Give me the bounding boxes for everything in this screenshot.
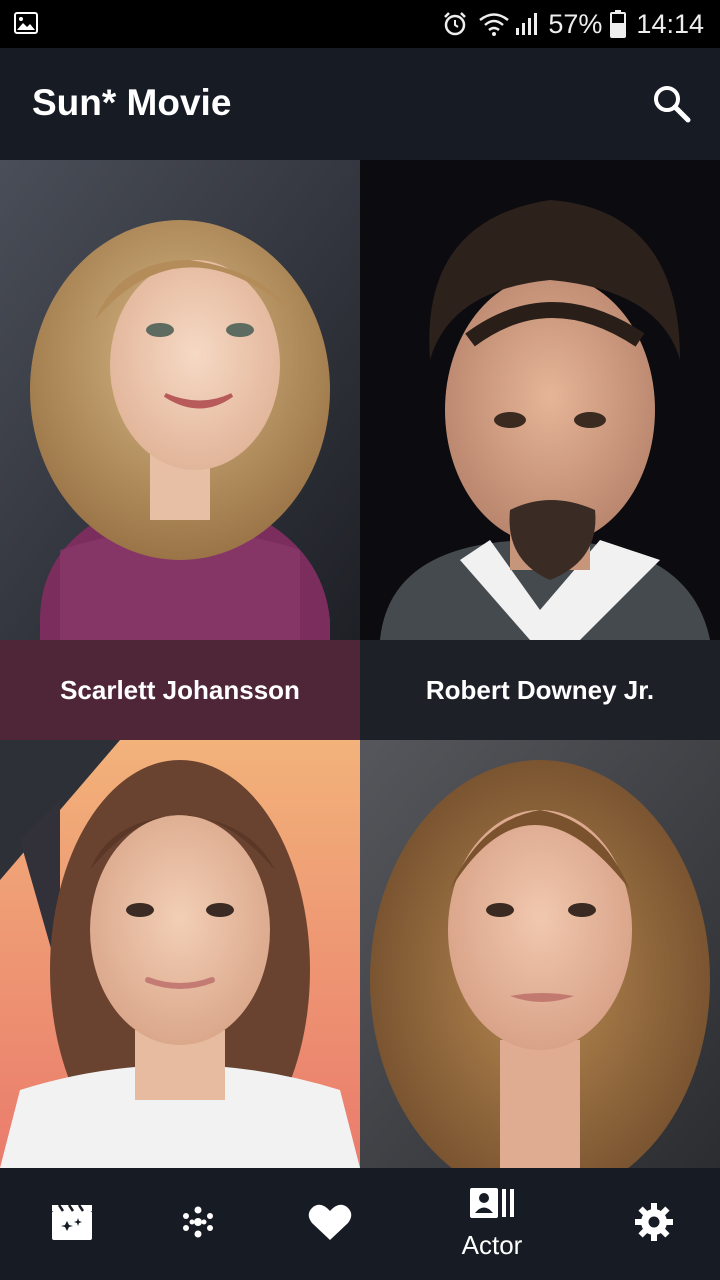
- actor-card[interactable]: Scarlett Johansson: [0, 160, 360, 740]
- status-bar: 57% 14:14: [0, 0, 720, 48]
- actor-name: Scarlett Johansson: [60, 674, 300, 705]
- nav-label: Actor: [461, 1230, 523, 1260]
- alarm-icon: [442, 11, 468, 37]
- app-bar: Sun* Movie: [0, 48, 720, 160]
- movie-clapper-icon: [51, 1203, 93, 1246]
- settings-gear-icon: [634, 1202, 674, 1247]
- actor-card[interactable]: [360, 740, 720, 1168]
- wifi-icon: [478, 11, 510, 37]
- actor-card[interactable]: Robert Downey Jr.: [360, 160, 720, 740]
- genre-dots-icon: [180, 1204, 216, 1245]
- gallery-icon: [14, 12, 38, 39]
- actor-name-caption: Robert Downey Jr.: [360, 640, 720, 740]
- search-button[interactable]: [650, 82, 694, 126]
- battery-percent: 57%: [548, 8, 603, 39]
- bottom-navigation: Actor: [0, 1168, 720, 1280]
- actor-photo: [0, 740, 360, 1168]
- page-title: Sun* Movie: [32, 82, 232, 123]
- signal-icon: [514, 12, 538, 36]
- actor-card[interactable]: [0, 740, 360, 1168]
- actor-photo: [360, 740, 720, 1168]
- actor-name-caption: Scarlett Johansson: [0, 640, 360, 740]
- actor-name: Robert Downey Jr.: [425, 674, 655, 705]
- nav-favorites[interactable]: [258, 1168, 402, 1280]
- status-icons: 57% 14:14: [442, 8, 704, 40]
- actor-photo: [360, 160, 720, 640]
- nav-genres[interactable]: [126, 1168, 270, 1280]
- actor-photo: [0, 160, 360, 640]
- search-icon: [650, 86, 694, 130]
- actor-card-icon: [469, 1187, 515, 1224]
- nav-movies[interactable]: [0, 1168, 144, 1280]
- nav-actor[interactable]: Actor: [420, 1168, 564, 1280]
- actor-grid: Scarlett Johansson Robert Downey Jr.: [0, 160, 720, 1168]
- nav-settings[interactable]: [582, 1168, 720, 1280]
- battery-icon: [610, 10, 627, 38]
- heart-icon: [308, 1202, 352, 1247]
- clock: 14:14: [636, 8, 704, 39]
